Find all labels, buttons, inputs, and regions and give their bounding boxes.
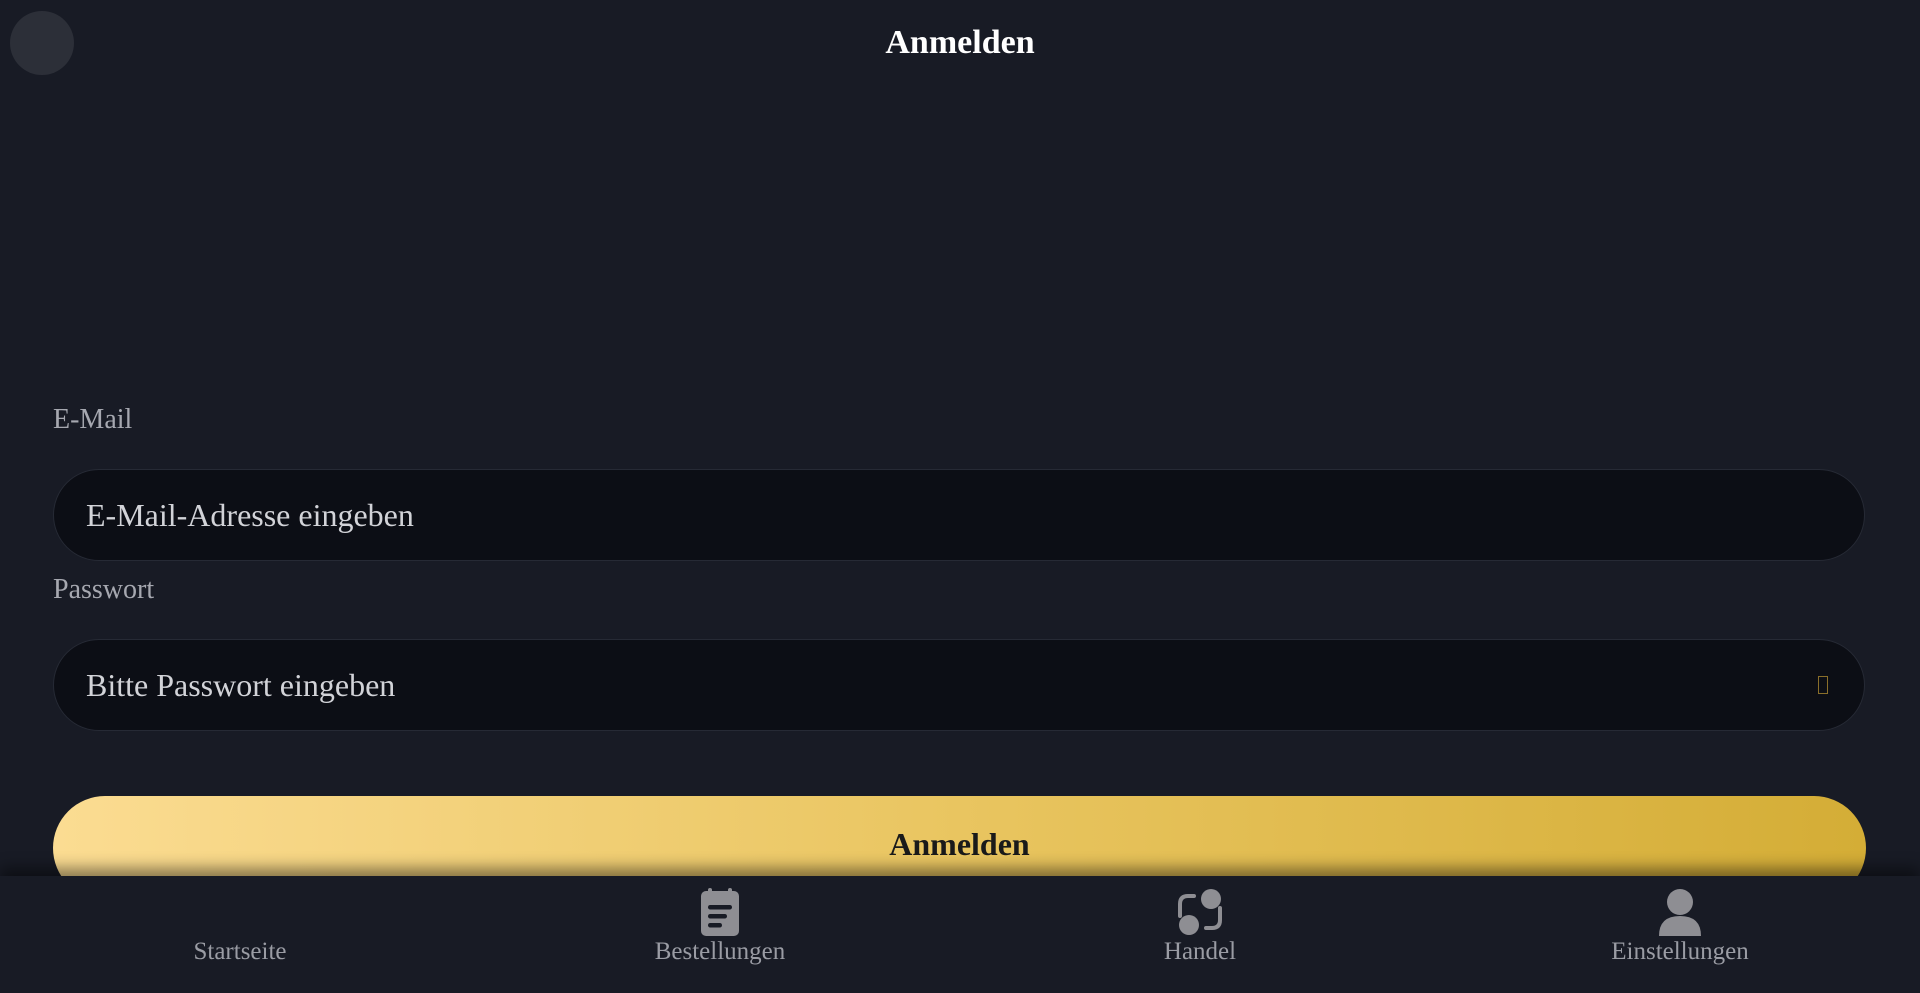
nav-label: Handel (1163, 938, 1237, 965)
password-field-container (53, 639, 1865, 731)
nav-item-startseite[interactable]: Startseite (0, 876, 480, 993)
password-visibility-icon[interactable] (1818, 676, 1828, 694)
nav-label: Startseite (193, 938, 287, 965)
page-title: Anmelden (885, 24, 1035, 61)
home-icon (216, 888, 264, 936)
bottom-nav: Startseite Bestellungen Handel Einstellu… (0, 876, 1920, 993)
nav-item-einstellungen[interactable]: Einstellungen (1440, 876, 1920, 993)
email-label: E-Mail (53, 404, 133, 435)
password-field[interactable] (86, 666, 1818, 704)
clipboard-icon (701, 888, 739, 936)
email-field-container (53, 469, 1865, 561)
nav-item-handel[interactable]: Handel (960, 876, 1440, 993)
email-field[interactable] (86, 496, 1832, 534)
login-button-label: Anmelden (889, 826, 1030, 862)
exchange-icon (1178, 889, 1222, 935)
nav-item-bestellungen[interactable]: Bestellungen (480, 876, 960, 993)
login-page: Anmelden E-Mail Passwort Anmelden Starts… (0, 0, 1920, 993)
nav-label: Einstellungen (1611, 938, 1749, 965)
password-label: Passwort (53, 574, 155, 605)
user-icon (1659, 889, 1701, 936)
nav-label: Bestellungen (654, 938, 786, 965)
